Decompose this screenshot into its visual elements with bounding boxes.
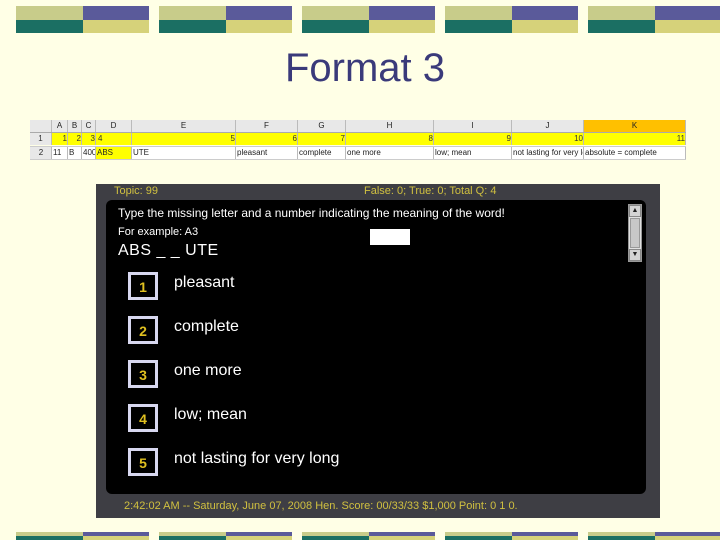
option-2-button[interactable]: 2: [128, 316, 158, 344]
option-3-text: one more: [174, 362, 242, 379]
decor-block: [445, 532, 578, 540]
decor-block: [588, 6, 720, 33]
option-row: 4 low; mean: [128, 404, 588, 436]
decor-block: [159, 6, 292, 33]
option-row: 1 pleasant: [128, 272, 588, 304]
quiz-panel: Type the missing letter and a number ind…: [106, 200, 646, 494]
footer-decoration: [16, 532, 720, 540]
option-5-text: not lasting for very long: [174, 450, 340, 467]
answer-input[interactable]: [370, 229, 410, 245]
scroll-thumb[interactable]: [630, 218, 640, 248]
sheet-cell[interactable]: complete: [298, 147, 346, 159]
sheet-cell[interactable]: pleasant: [236, 147, 298, 159]
question-box: Type the missing letter and a number ind…: [112, 202, 642, 262]
sheet-cell[interactable]: absolute = complete: [584, 147, 686, 159]
quiz-topbar: Topic: 99 False: 0; True: 0; Total Q: 4: [96, 184, 660, 200]
sheet-cell[interactable]: not lasting for very long: [512, 147, 584, 159]
sheet-cell[interactable]: UTE: [132, 147, 236, 159]
topic-label: Topic: 99: [114, 185, 159, 197]
sheet-cell[interactable]: one more: [346, 147, 434, 159]
column-header[interactable]: E: [132, 120, 236, 132]
slide-title: Format 3: [284, 46, 446, 90]
option-5-button[interactable]: 5: [128, 448, 158, 476]
decor-block: [445, 6, 578, 33]
column-header[interactable]: A: [52, 120, 68, 132]
status-bar: 2:42:02 AM -- Saturday, June 07, 2008 He…: [124, 500, 518, 512]
column-header[interactable]: C: [82, 120, 96, 132]
column-header[interactable]: F: [236, 120, 298, 132]
decor-block: [159, 532, 292, 540]
sheet-cell[interactable]: 1: [52, 133, 68, 145]
decor-block: [302, 6, 435, 33]
decor-block: [588, 532, 720, 540]
sheet-cell[interactable]: 4: [96, 133, 132, 145]
sheet-cell[interactable]: 11: [52, 147, 68, 159]
column-header[interactable]: D: [96, 120, 132, 132]
quiz-window: Topic: 99 False: 0; True: 0; Total Q: 4 …: [96, 184, 660, 518]
option-4-button[interactable]: 4: [128, 404, 158, 432]
sheet-cell[interactable]: 10: [512, 133, 584, 145]
puzzle-word: ABS _ _ UTE: [118, 242, 219, 259]
instruction-text: Type the missing letter and a number ind…: [118, 206, 505, 220]
spreadsheet-strip: A B C D E F G H I J K 1 1 2 3 4 5 6 7 8 …: [30, 120, 686, 160]
sheet-cell[interactable]: B: [68, 147, 82, 159]
scroll-down-arrow-icon[interactable]: ▼: [629, 249, 641, 261]
decor-block: [16, 6, 149, 33]
sheet-cell[interactable]: low; mean: [434, 147, 512, 159]
option-4-text: low; mean: [174, 406, 247, 423]
row-header[interactable]: 1: [30, 133, 52, 145]
decor-block: [302, 532, 435, 540]
option-1-button[interactable]: 1: [128, 272, 158, 300]
scroll-up-arrow-icon[interactable]: ▲: [629, 205, 641, 217]
column-header[interactable]: B: [68, 120, 82, 132]
sheet-cell[interactable]: 5: [132, 133, 236, 145]
corner-cell[interactable]: [30, 120, 52, 132]
example-text: For example: A3: [118, 226, 199, 238]
header-decoration: [16, 6, 720, 33]
option-2-text: complete: [174, 318, 239, 335]
column-header[interactable]: I: [434, 120, 512, 132]
sheet-cell[interactable]: ABS: [96, 147, 132, 159]
column-header[interactable]: G: [298, 120, 346, 132]
column-header[interactable]: K: [584, 120, 686, 132]
sheet-row-1: 1 1 2 3 4 5 6 7 8 9 10 11: [30, 133, 686, 145]
option-row: 2 complete: [128, 316, 588, 348]
sheet-cell[interactable]: 8: [346, 133, 434, 145]
sheet-cell[interactable]: 400: [82, 147, 96, 159]
option-row: 5 not lasting for very long: [128, 448, 588, 480]
sheet-cell[interactable]: 2: [68, 133, 82, 145]
row-header[interactable]: 2: [30, 147, 52, 159]
option-1-text: pleasant: [174, 274, 235, 291]
sheet-row-2: 2 11 B 400 ABS UTE pleasant complete one…: [30, 146, 686, 160]
column-header[interactable]: H: [346, 120, 434, 132]
decor-block: [16, 532, 149, 540]
sheet-cell[interactable]: 7: [298, 133, 346, 145]
question-scrollbar[interactable]: ▲ ▼: [628, 204, 642, 262]
sheet-cell[interactable]: 9: [434, 133, 512, 145]
column-header-row: A B C D E F G H I J K: [30, 120, 686, 133]
option-3-button[interactable]: 3: [128, 360, 158, 388]
tally-label: False: 0; True: 0; Total Q: 4: [364, 185, 497, 197]
sheet-cell[interactable]: 3: [82, 133, 96, 145]
sheet-cell[interactable]: 6: [236, 133, 298, 145]
column-header[interactable]: J: [512, 120, 584, 132]
option-row: 3 one more: [128, 360, 588, 392]
sheet-cell[interactable]: 11: [584, 133, 686, 145]
